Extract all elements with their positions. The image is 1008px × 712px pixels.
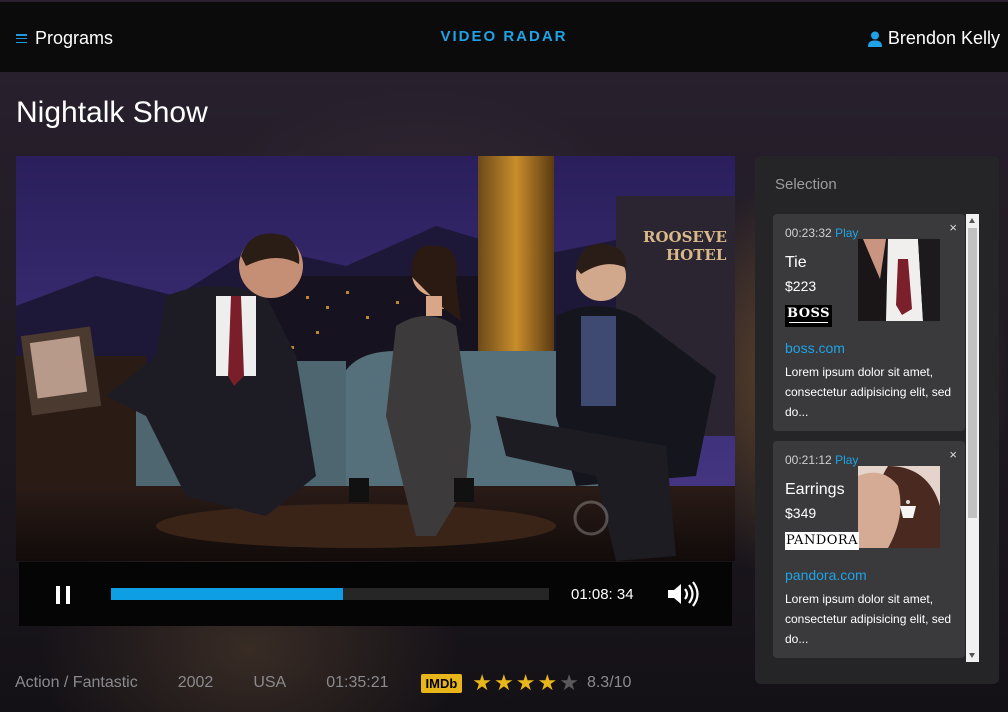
- top-bar: Programs VIDEO RADAR Brendon Kelly: [0, 2, 1008, 72]
- star-empty-icon: ★: [559, 670, 579, 695]
- scroll-down-arrow-icon[interactable]: [969, 653, 975, 658]
- progress-fill: [111, 588, 344, 600]
- video-controls: 01:08: 34: [19, 562, 732, 626]
- duration: 01:35:21: [326, 674, 389, 691]
- close-icon[interactable]: ×: [949, 220, 957, 235]
- selection-panel: Selection 00:23:32 Play × Tie $223 BOSS …: [755, 156, 999, 684]
- volume-icon[interactable]: [667, 581, 701, 607]
- video-scene-image: ROOSEVE HOTEL: [16, 156, 735, 561]
- item-timestamp-row: 00:23:32 Play: [785, 226, 858, 240]
- user-menu[interactable]: Brendon Kelly: [867, 28, 1000, 49]
- item-thumbnail[interactable]: [858, 466, 940, 548]
- sign-text-line1: ROOSEVE: [643, 228, 727, 246]
- item-timestamp: 00:21:12: [785, 453, 832, 467]
- star-filled-icon: ★: [472, 670, 493, 695]
- item-timestamp-row: 00:21:12 Play: [785, 453, 858, 467]
- item-link[interactable]: pandora.com: [785, 567, 867, 583]
- play-link[interactable]: Play: [835, 226, 858, 240]
- program-meta: Action / Fantastic 2002 USA 01:35:21 IMD…: [15, 670, 632, 695]
- pandora-logo: PANDORA: [785, 532, 859, 550]
- country: USA: [253, 674, 287, 691]
- selection-item: 00:23:32 Play × Tie $223 BOSS boss.com L…: [773, 214, 965, 431]
- current-time: 01:08: 34: [571, 586, 634, 603]
- star-filled-icon: ★: [515, 670, 536, 695]
- imdb-badge: IMDb: [420, 673, 463, 693]
- user-name: Brendon Kelly: [887, 28, 1000, 48]
- sign-text-line2: HOTEL: [666, 246, 727, 264]
- year: 2002: [177, 674, 214, 691]
- item-thumbnail[interactable]: [858, 239, 940, 321]
- progress-bar[interactable]: [111, 588, 549, 600]
- star-filled-icon: ★: [537, 670, 558, 695]
- scroll-up-arrow-icon[interactable]: [969, 218, 975, 223]
- item-timestamp: 00:23:32: [785, 226, 832, 240]
- rating-value: 8.3/10: [586, 674, 632, 691]
- pause-button[interactable]: [56, 586, 70, 604]
- page-title: Nightalk Show: [16, 96, 208, 129]
- boss-logo: BOSS: [785, 305, 832, 327]
- user-icon: [867, 31, 882, 47]
- item-price: $349: [785, 505, 817, 521]
- selection-item: 00:21:12 Play × Earrings $349 PANDORA pa…: [773, 441, 965, 658]
- item-description: Lorem ipsum dolor sit amet, consectetur …: [785, 365, 952, 419]
- rating-stars: ★ ★ ★ ★ ★: [472, 670, 581, 695]
- item-description: Lorem ipsum dolor sit amet, consectetur …: [785, 592, 952, 646]
- close-icon[interactable]: ×: [949, 447, 957, 462]
- scrollbar-thumb[interactable]: [968, 228, 977, 518]
- selection-title: Selection: [775, 176, 837, 193]
- selection-scrollbar[interactable]: [966, 214, 979, 662]
- video-frame[interactable]: ROOSEVE HOTEL: [16, 156, 735, 561]
- item-name: Tie: [785, 254, 807, 271]
- brand-logo[interactable]: VIDEO RADAR: [0, 28, 1008, 45]
- item-name: Earrings: [785, 481, 845, 498]
- item-price: $223: [785, 278, 817, 294]
- item-link[interactable]: boss.com: [785, 340, 845, 356]
- selection-list: 00:23:32 Play × Tie $223 BOSS boss.com L…: [773, 214, 965, 662]
- play-link[interactable]: Play: [835, 453, 858, 467]
- star-filled-icon: ★: [494, 670, 514, 695]
- genre: Action / Fantastic: [15, 674, 138, 691]
